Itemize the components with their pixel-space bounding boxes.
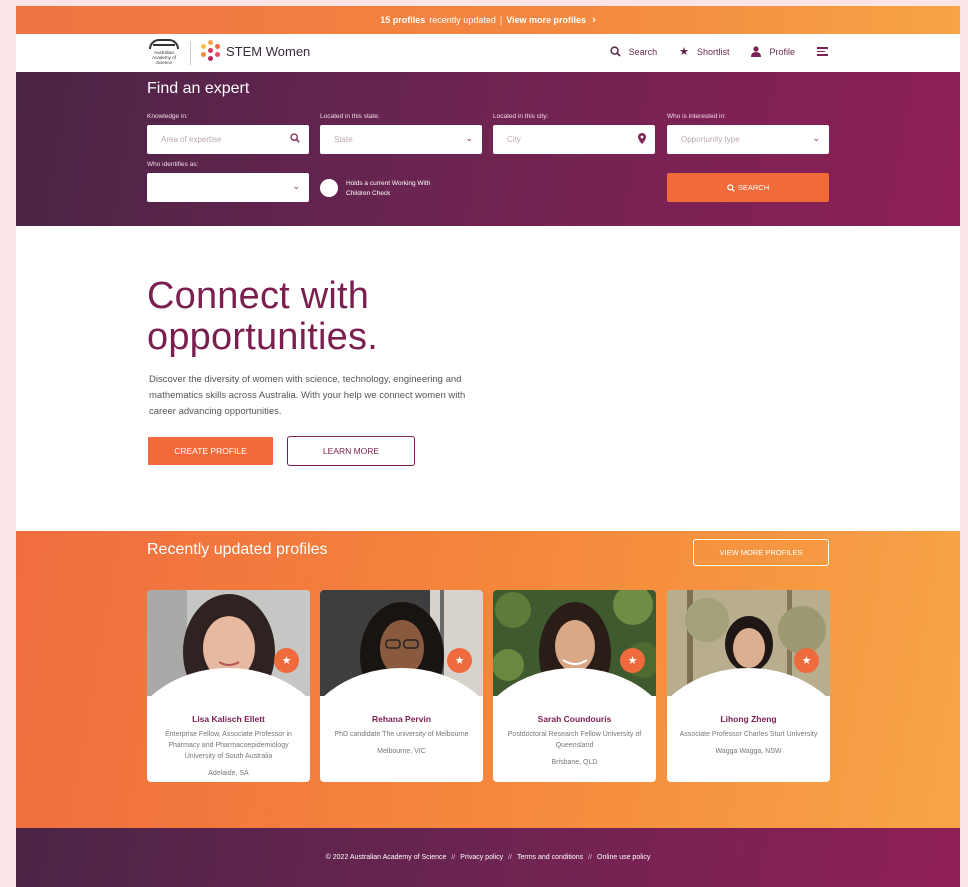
opportunity-value: Opportunity type xyxy=(681,135,740,144)
opportunity-select[interactable]: Opportunity type ⌄ xyxy=(667,125,829,154)
nav-profile-label: Profile xyxy=(769,46,795,57)
nav-shortlist[interactable]: ★ Shortlist xyxy=(679,45,729,58)
shortlist-star-icon[interactable]: ★ xyxy=(794,648,819,673)
wwcc-toggle[interactable] xyxy=(320,179,338,197)
menu-icon[interactable] xyxy=(817,47,828,56)
footer-link-online-use[interactable]: Online use policy xyxy=(597,854,650,861)
footer-link-terms[interactable]: Terms and conditions xyxy=(517,854,583,861)
banner-count: 15 profiles xyxy=(380,15,426,25)
top-banner[interactable]: 15 profiles recently updated | View more… xyxy=(16,6,960,34)
footer-separator: // xyxy=(588,854,593,861)
profile-location: Melbourne, VIC xyxy=(377,748,426,755)
footer-link-privacy[interactable]: Privacy policy xyxy=(460,854,503,861)
city-placeholder: City xyxy=(507,135,521,144)
profile-role: Associate Professor Charles Sturt Univer… xyxy=(679,731,818,738)
wwcc-label: Holds a current Working With Children Ch… xyxy=(346,180,431,197)
profile-location: Brisbane, QLD xyxy=(551,759,598,766)
flower-logo-icon xyxy=(200,40,222,62)
chevron-down-icon: ⌄ xyxy=(465,133,473,143)
star-icon: ★ xyxy=(679,46,689,58)
profile-name[interactable]: Lihong Zheng xyxy=(667,714,830,724)
recent-title: Recently updated profiles xyxy=(147,541,328,558)
profile-role: Enterprise Fellow, Associate Professor i… xyxy=(165,731,292,760)
profile-card[interactable]: ★ Lihong Zheng Associate Professor Charl… xyxy=(667,590,830,782)
main-nav: Search ★ Shortlist Profile xyxy=(609,45,828,58)
logo-divider xyxy=(190,41,191,65)
view-more-profiles-button[interactable]: VIEW MORE PROFILES xyxy=(693,539,829,566)
profile-card[interactable]: ★ Lisa Kalisch Ellett Enterprise Fellow,… xyxy=(147,590,310,782)
identity-select[interactable]: ⌄ xyxy=(147,173,309,202)
knowledge-label: Knowledge in: xyxy=(147,113,188,120)
shortlist-star-icon[interactable]: ★ xyxy=(274,648,299,673)
brand-name: STEM Women xyxy=(226,43,311,59)
identity-label: Who identifies as: xyxy=(147,161,199,168)
chevron-down-icon: ⌄ xyxy=(292,181,300,191)
recent-profiles-section: Recently updated profiles VIEW MORE PROF… xyxy=(16,531,960,828)
profile-location: Adelaide, SA xyxy=(208,770,249,777)
chevron-right-icon: › xyxy=(592,14,596,26)
site-header: Australian Academy of Science STEM Women… xyxy=(16,34,960,72)
state-select[interactable]: State ⌄ xyxy=(320,125,482,154)
footer-separator: // xyxy=(508,854,512,861)
profile-location: Wagga Wagga, NSW xyxy=(715,748,782,755)
person-icon xyxy=(751,46,762,57)
footer-copyright: © 2022 Australian Academy of Science xyxy=(325,854,447,861)
map-pin-icon xyxy=(638,133,646,144)
learn-more-button[interactable]: LEARN MORE xyxy=(287,436,415,466)
hero-title-line2: opportunities. xyxy=(147,316,378,358)
search-icon xyxy=(290,133,300,143)
state-value: State xyxy=(334,135,353,144)
hero-description: Discover the diversity of women with sci… xyxy=(149,374,466,417)
interest-label: Who is interested in: xyxy=(667,113,726,120)
page: 15 profiles recently updated | View more… xyxy=(16,6,960,887)
site-footer: © 2022 Australian Academy of Science // … xyxy=(16,828,960,887)
banner-text: recently updated xyxy=(429,15,496,25)
profile-role: PhD candidate The university of Melbourn… xyxy=(334,731,469,738)
footer-separator: // xyxy=(451,854,456,861)
nav-search[interactable]: Search xyxy=(609,46,658,57)
shortlist-star-icon[interactable]: ★ xyxy=(447,648,472,673)
aas-logo-text: Australian Academy of Science xyxy=(152,50,176,65)
create-profile-button[interactable]: CREATE PROFILE xyxy=(148,437,273,465)
city-label: Located in this city: xyxy=(493,113,549,120)
shortlist-star-icon[interactable]: ★ xyxy=(620,648,645,673)
arch-icon xyxy=(149,39,179,49)
profile-card[interactable]: ★ Sarah Coundouris Postdoctoral Research… xyxy=(493,590,656,782)
banner-separator: | xyxy=(499,15,503,25)
profile-card[interactable]: ★ Rehana Pervin PhD candidate The univer… xyxy=(320,590,483,782)
find-expert-panel: Find an expert Knowledge in: Area of exp… xyxy=(16,72,960,226)
profile-role: Postdoctoral Research Fellow University … xyxy=(507,731,642,749)
nav-profile[interactable]: Profile xyxy=(751,46,795,57)
profile-name[interactable]: Sarah Coundouris xyxy=(493,714,656,724)
stem-women-logo[interactable]: STEM Women xyxy=(200,40,310,62)
hero-title-line1: Connect with xyxy=(147,275,370,317)
state-label: Located in this state: xyxy=(320,113,380,120)
profile-name[interactable]: Rehana Pervin xyxy=(320,714,483,724)
city-input[interactable]: City xyxy=(493,125,655,154)
search-button[interactable]: SEARCH xyxy=(667,173,829,202)
expertise-placeholder: Area of expertise xyxy=(161,135,222,144)
profile-name[interactable]: Lisa Kalisch Ellett xyxy=(147,714,310,724)
search-icon xyxy=(727,183,735,192)
search-button-label: SEARCH xyxy=(737,183,770,192)
aas-logo[interactable]: Australian Academy of Science xyxy=(146,39,182,67)
nav-search-label: Search xyxy=(628,46,658,57)
nav-shortlist-label: Shortlist xyxy=(696,46,730,57)
expertise-input[interactable]: Area of expertise xyxy=(147,125,309,154)
banner-link[interactable]: View more profiles xyxy=(506,15,586,25)
find-expert-title: Find an expert xyxy=(147,80,250,97)
chevron-down-icon: ⌄ xyxy=(812,133,820,143)
hero-section: Connect with opportunities. Discover the… xyxy=(16,226,960,531)
hero-title: Connect with opportunities. xyxy=(147,276,378,358)
search-icon xyxy=(609,46,621,57)
